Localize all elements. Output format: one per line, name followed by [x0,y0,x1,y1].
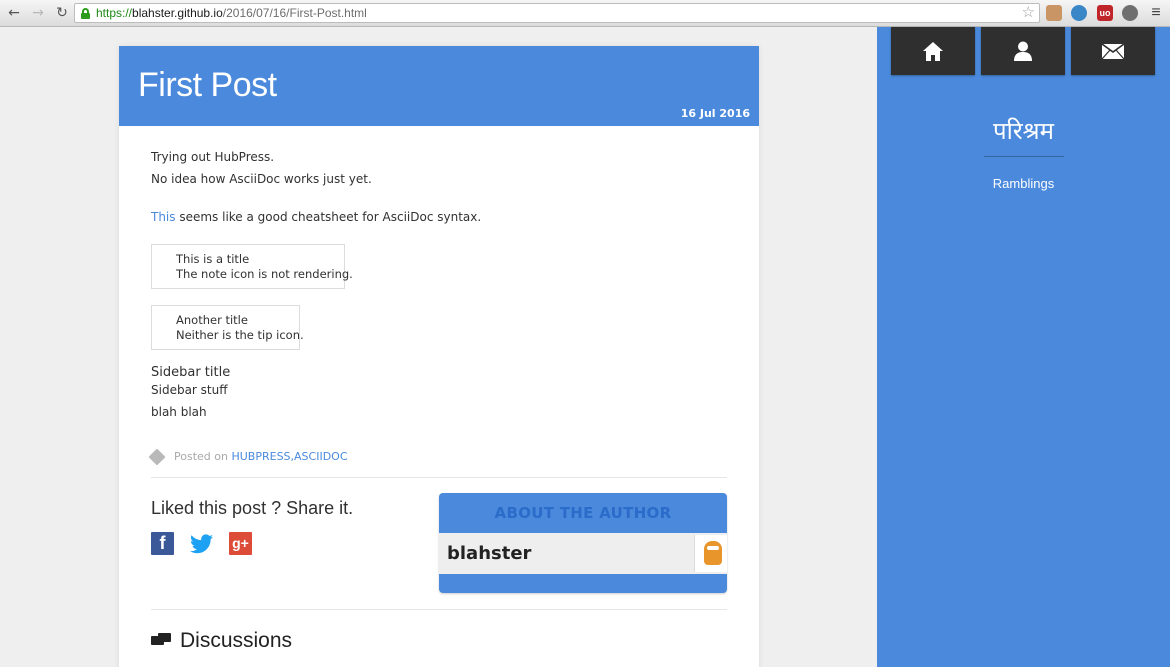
googleplus-share-icon[interactable]: g+ [229,532,252,555]
cheatsheet-link[interactable]: This [151,210,176,224]
forward-button[interactable]: → [28,3,48,23]
divider [151,609,727,610]
discussions-title: Discussions [180,629,293,652]
address-bar[interactable]: https://blahster.github.io/2016/07/16/Fi… [74,3,1040,23]
extension-compass-icon[interactable] [1071,5,1087,21]
url-host: blahster.github.io [132,6,223,20]
user-icon [1014,41,1032,61]
url-path: /2016/07/16/First-Post.html [222,6,367,20]
sidebar-block-body: Sidebar stuff [151,383,228,397]
admonition-body: The note icon is not rendering. [176,267,353,281]
paragraph: This seems like a good cheatsheet for As… [151,210,482,224]
contact-button[interactable] [1071,27,1155,75]
envelope-icon [1102,43,1124,59]
back-button[interactable]: ← [4,3,24,23]
site-description: Ramblings [992,176,1055,191]
sidebar-block-title: Sidebar title [151,365,231,380]
post-title: First Post [138,66,277,104]
browser-toolbar: ← → ↻ https://blahster.github.io/2016/07… [0,0,1170,27]
divider [151,477,727,478]
home-button[interactable] [891,27,975,75]
author-heading: ABOUT THE AUTHOR [494,504,672,522]
ublock-icon[interactable]: uo [1097,5,1113,21]
site-sidebar: परिश्रम Ramblings [877,27,1170,667]
admonition-body: Neither is the tip icon. [176,328,304,342]
garfield-avatar-icon [704,541,722,565]
reload-icon: ↻ [56,5,68,21]
paragraph: Trying out HubPress. [151,150,275,164]
twitter-share-icon[interactable] [190,532,213,555]
author-card: ABOUT THE AUTHOR blahster [439,493,727,593]
tag-link-hubpress[interactable]: HUBPRESS [231,450,290,463]
divider [984,156,1064,157]
paragraph: blah blah [151,405,207,419]
post-card: First Post 16 Jul 2016 Trying out HubPre… [119,46,759,667]
avatar[interactable] [694,535,727,572]
extension-face-icon[interactable] [1046,5,1062,21]
forward-arrow-icon: → [32,5,44,21]
discussions-heading: Discussions [151,628,292,653]
author-name[interactable]: blahster [447,543,531,565]
home-icon [923,41,943,61]
post-tags: Posted on HUBPRESS, ASCIIDOC [151,450,348,464]
admonition-note: This is a title The note icon is not ren… [151,244,353,289]
browser-menu-icon[interactable]: ≡ [1148,4,1164,21]
share-title: Liked this post ? Share it. [151,498,354,518]
lock-icon [81,7,90,19]
post-date: 16 Jul 2016 [680,107,750,120]
extension-pocket-icon[interactable] [1122,5,1138,21]
admonition-tip: Another title Neither is the tip icon. [151,305,304,350]
author-body: blahster [439,533,727,574]
posted-on-label: Posted on [174,450,228,464]
facebook-share-icon[interactable]: f [151,532,174,555]
tag-icon [151,450,167,464]
url-scheme: https:// [96,6,133,20]
site-title[interactable]: परिश्रम [877,114,1170,147]
post-header: First Post 16 Jul 2016 [119,46,759,126]
twitter-bird-icon [190,533,213,553]
comments-icon [151,633,172,648]
about-button[interactable] [981,27,1065,75]
back-arrow-icon: ← [8,5,20,21]
share-buttons: f g+ [151,532,252,555]
reload-button[interactable]: ↻ [52,3,72,23]
admonition-title: This is a title [176,252,250,266]
bookmark-star-icon[interactable]: ☆ [1022,4,1035,22]
tag-link-asciidoc[interactable]: ASCIIDOC [294,450,348,463]
admonition-title: Another title [176,313,248,327]
sidebar-nav [891,27,1155,75]
paragraph: No idea how AsciiDoc works just yet. [151,172,372,186]
